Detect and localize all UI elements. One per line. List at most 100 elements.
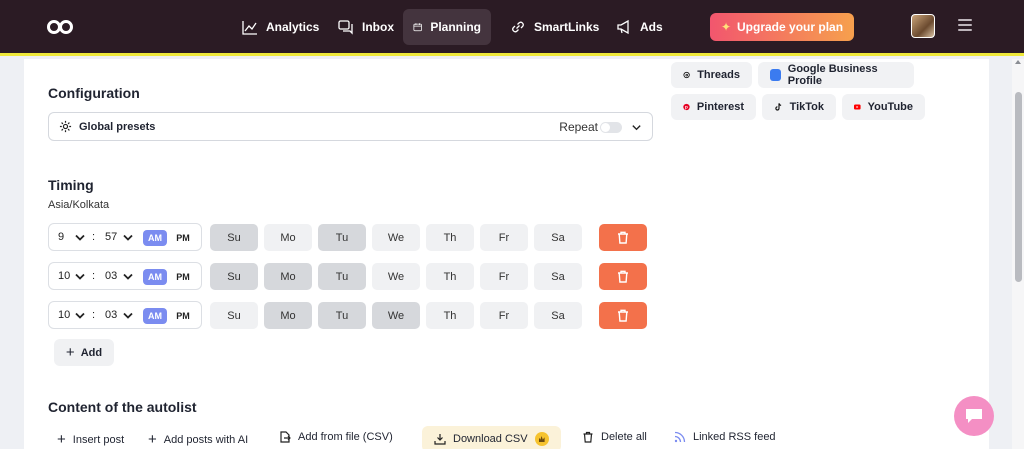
- chat-bubble-icon: [966, 409, 982, 423]
- day-toggle-fr[interactable]: Fr: [480, 302, 528, 329]
- add-time-slot-label: Add: [80, 346, 103, 359]
- network-tiktok[interactable]: TikTok: [762, 94, 836, 120]
- top-navigation-bar: Analytics Inbox Planning SmartLinks Ads …: [0, 0, 1024, 56]
- day-toggle-th[interactable]: Th: [426, 263, 474, 290]
- timing-title: Timing: [48, 177, 94, 193]
- timezone-label: Asia/Kolkata: [48, 199, 110, 211]
- network-google-business-label: Google Business Profile: [787, 63, 878, 87]
- upgrade-plan-button[interactable]: ✦ Upgrade your plan: [710, 13, 854, 41]
- day-toggle-fr[interactable]: Fr: [480, 224, 528, 251]
- app-logo-icon[interactable]: [46, 18, 74, 36]
- day-toggle-we[interactable]: We: [372, 263, 420, 290]
- day-toggle-we[interactable]: We: [372, 224, 420, 251]
- day-toggle-su[interactable]: Su: [210, 263, 258, 290]
- delete-slot-button[interactable]: [599, 224, 647, 251]
- time-picker[interactable]: 9:57 AM PM: [48, 223, 202, 251]
- day-toggle-sa[interactable]: Sa: [534, 224, 582, 251]
- chevron-down-icon[interactable]: [631, 122, 642, 133]
- repeat-toggle[interactable]: [600, 122, 622, 133]
- nav-ads[interactable]: Ads: [606, 9, 673, 45]
- day-toggle-th[interactable]: Th: [426, 302, 474, 329]
- trash-icon: [618, 309, 628, 322]
- tiktok-icon: [775, 103, 782, 111]
- day-toggle-mo[interactable]: Mo: [264, 263, 312, 290]
- day-toggle-tu[interactable]: Tu: [318, 263, 366, 290]
- day-toggle-su[interactable]: Su: [210, 302, 258, 329]
- insert-post-button[interactable]: + Insert post: [57, 431, 124, 448]
- plus-icon: +: [57, 431, 66, 448]
- time-picker[interactable]: 10:03 AM PM: [48, 301, 202, 329]
- sparkle-icon: ✦: [720, 20, 732, 34]
- am-toggle[interactable]: AM: [143, 269, 167, 285]
- chat-icon: [338, 20, 353, 35]
- add-from-file-label: Add from file (CSV): [298, 431, 393, 443]
- day-toggle-tu[interactable]: Tu: [318, 302, 366, 329]
- pm-toggle[interactable]: PM: [171, 269, 195, 285]
- hamburger-menu-icon[interactable]: [958, 19, 972, 31]
- day-toggle-mo[interactable]: Mo: [264, 224, 312, 251]
- am-toggle[interactable]: AM: [143, 308, 167, 324]
- chevron-down-icon[interactable]: [75, 272, 85, 281]
- linked-rss-feed-button[interactable]: Linked RSS feed: [674, 431, 776, 443]
- autolist-title: Content of the autolist: [48, 399, 197, 415]
- network-google-business[interactable]: Google Business Profile: [758, 62, 914, 88]
- hour-select[interactable]: 10: [58, 309, 70, 321]
- nav-planning[interactable]: Planning: [403, 9, 491, 45]
- user-avatar[interactable]: [911, 14, 935, 38]
- minute-select[interactable]: 57: [105, 231, 117, 243]
- day-toggle-mo[interactable]: Mo: [264, 302, 312, 329]
- scroll-up-arrow-icon[interactable]: [1015, 60, 1021, 64]
- pinterest-icon: p: [683, 103, 690, 111]
- delete-all-button[interactable]: Delete all: [582, 431, 647, 443]
- pm-toggle[interactable]: PM: [171, 308, 195, 324]
- add-posts-ai-button[interactable]: + Add posts with AI: [148, 431, 248, 448]
- am-toggle[interactable]: AM: [143, 230, 167, 246]
- hour-select[interactable]: 10: [58, 270, 70, 282]
- day-toggle-we[interactable]: We: [372, 302, 420, 329]
- svg-text:p: p: [685, 105, 688, 110]
- chevron-down-icon[interactable]: [75, 233, 85, 242]
- nav-ads-label: Ads: [640, 20, 663, 34]
- chevron-down-icon[interactable]: [75, 311, 85, 320]
- network-pinterest[interactable]: p Pinterest: [671, 94, 756, 120]
- day-toggle-sa[interactable]: Sa: [534, 263, 582, 290]
- day-toggle-fr[interactable]: Fr: [480, 263, 528, 290]
- global-presets-label: Global presets: [79, 120, 156, 133]
- nav-smartlinks-label: SmartLinks: [534, 20, 600, 34]
- chevron-down-icon[interactable]: [123, 233, 133, 242]
- nav-inbox-label: Inbox: [362, 20, 394, 34]
- download-icon: [434, 434, 446, 445]
- upgrade-plan-label: Upgrade your plan: [737, 20, 844, 34]
- file-import-icon: [280, 431, 291, 443]
- network-threads[interactable]: Threads: [671, 62, 752, 88]
- delete-slot-button[interactable]: [599, 302, 647, 329]
- support-chat-button[interactable]: [954, 396, 994, 436]
- download-csv-button[interactable]: Download CSV: [422, 426, 561, 449]
- time-picker[interactable]: 10:03 AM PM: [48, 262, 202, 290]
- minute-select[interactable]: 03: [105, 309, 117, 321]
- day-toggle-sa[interactable]: Sa: [534, 302, 582, 329]
- trash-icon: [618, 270, 628, 283]
- nav-analytics[interactable]: Analytics: [232, 9, 329, 45]
- hour-select[interactable]: 9: [58, 231, 64, 243]
- nav-inbox[interactable]: Inbox: [328, 9, 404, 45]
- add-time-slot-button[interactable]: + Add: [54, 339, 114, 366]
- chevron-down-icon[interactable]: [123, 272, 133, 281]
- threads-icon: [683, 71, 690, 79]
- trash-icon: [618, 231, 628, 244]
- minute-select[interactable]: 03: [105, 270, 117, 282]
- network-youtube[interactable]: YouTube: [842, 94, 925, 120]
- day-toggle-th[interactable]: Th: [426, 224, 474, 251]
- delete-slot-button[interactable]: [599, 263, 647, 290]
- global-presets-select[interactable]: Global presets Repeat: [48, 112, 653, 141]
- scrollbar-thumb[interactable]: [1015, 92, 1022, 282]
- repeat-label: Repeat: [559, 120, 598, 134]
- download-csv-label: Download CSV: [453, 433, 528, 445]
- pm-toggle[interactable]: PM: [171, 230, 195, 246]
- day-toggle-su[interactable]: Su: [210, 224, 258, 251]
- chevron-down-icon[interactable]: [123, 311, 133, 320]
- day-toggle-tu[interactable]: Tu: [318, 224, 366, 251]
- plus-icon: +: [65, 344, 75, 361]
- nav-smartlinks[interactable]: SmartLinks: [500, 9, 609, 45]
- add-from-file-button[interactable]: Add from file (CSV): [279, 431, 393, 443]
